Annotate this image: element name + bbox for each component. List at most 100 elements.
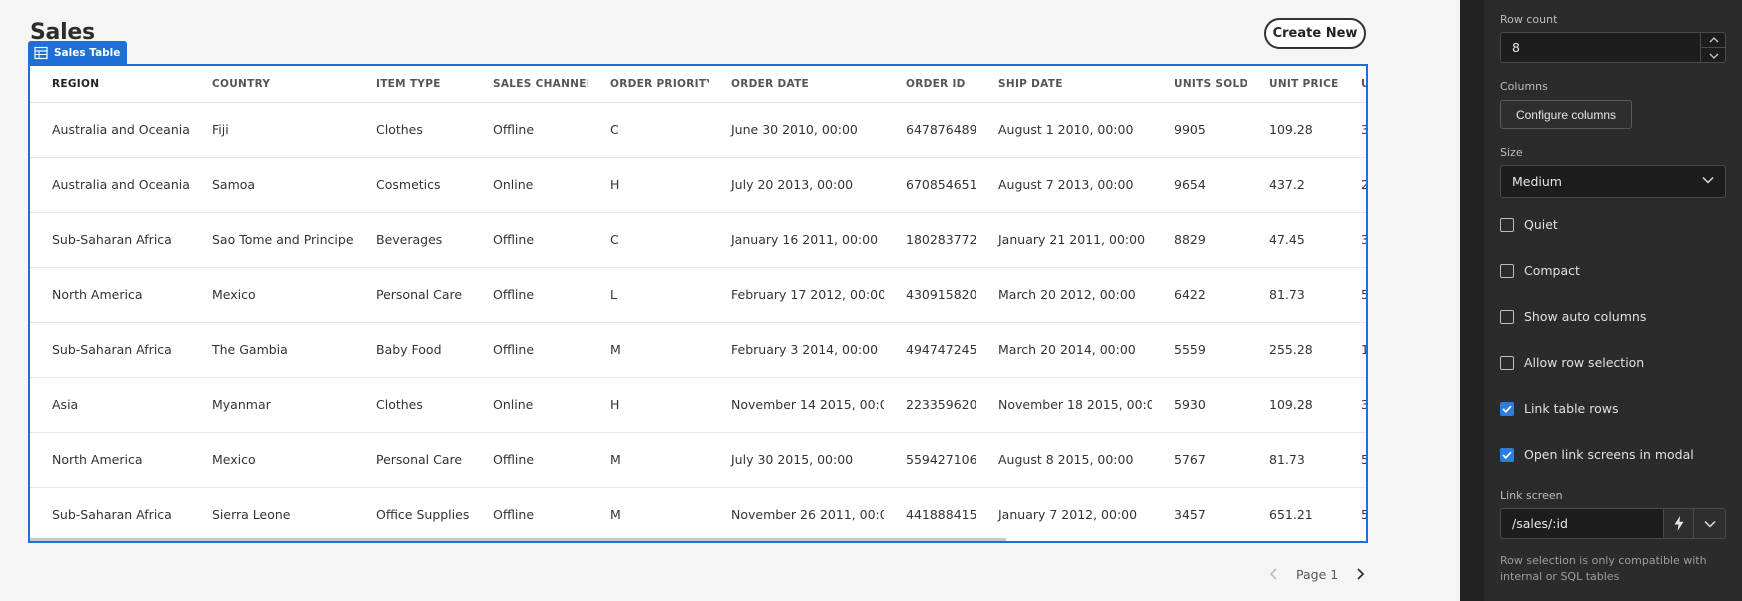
table-cell: 47.45 — [1247, 212, 1339, 268]
table-cell: Online — [471, 377, 588, 433]
table-header-row: REGION COUNTRY ITEM TYPE SALES CHANNEL O… — [30, 66, 1366, 103]
app-canvas: Sales Create New Sales Table REGION COUN… — [0, 0, 1460, 601]
checkmark-icon — [1502, 405, 1512, 413]
table-row[interactable]: North America Mexico Personal Care Offline M… — [30, 432, 1366, 488]
table-cell: July 20 2013, 00:00 — [709, 157, 884, 213]
table-cell: 9905 — [1152, 102, 1247, 158]
table-cell: 3 — [1339, 377, 1366, 433]
table-row[interactable]: Australia and Oceania Samoa Cosmetics Onlin… — [30, 157, 1366, 213]
next-page-button[interactable] — [1352, 566, 1368, 582]
sales-table[interactable]: REGION COUNTRY ITEM TYPE SALES CHANNEL O… — [28, 64, 1368, 543]
chevron-up-icon — [1709, 36, 1718, 42]
table-cell: C — [588, 102, 709, 158]
table-cell: 559427106 — [884, 432, 976, 488]
table-cell: Myanmar — [190, 377, 354, 433]
row-count-stepper[interactable] — [1700, 32, 1726, 63]
table-cell: February 17 2012, 00:00 — [709, 267, 884, 323]
checkmark-icon — [1502, 451, 1512, 459]
table-cell: 255.28 — [1247, 322, 1339, 378]
option-open-link-screens-in-modal[interactable]: Open link screens in modal — [1500, 447, 1694, 462]
row-count-input[interactable]: 8 — [1500, 32, 1726, 63]
option-link-table-rows[interactable]: Link table rows — [1500, 401, 1618, 416]
table-cell: November 26 2011, 00:00 — [709, 487, 884, 541]
table-cell: Online — [471, 157, 588, 213]
option-allow-row-selection[interactable]: Allow row selection — [1500, 355, 1644, 370]
column-header[interactable]: SHIP DATE — [976, 66, 1152, 103]
table-cell: November 18 2015, 00:00 — [976, 377, 1152, 433]
option-label: Quiet — [1524, 217, 1558, 232]
checkbox[interactable] — [1500, 447, 1514, 462]
table-cell: 109.28 — [1247, 377, 1339, 433]
table-cell: 2 — [1339, 157, 1366, 213]
checkbox[interactable] — [1500, 355, 1514, 370]
create-new-button[interactable]: Create New — [1264, 18, 1366, 49]
configure-columns-button[interactable]: Configure columns — [1500, 100, 1632, 129]
table-cell: Mexico — [190, 432, 354, 488]
binding-button[interactable] — [1664, 508, 1694, 539]
link-screen-label: Link screen — [1500, 489, 1563, 502]
table-cell: 3457 — [1152, 487, 1247, 541]
size-label: Size — [1500, 146, 1523, 159]
table-row[interactable]: North America Mexico Personal Care Offline L… — [30, 267, 1366, 323]
column-header[interactable]: ITEM TYPE — [354, 66, 471, 103]
table-cell: 441888415 — [884, 487, 976, 541]
option-quiet[interactable]: Quiet — [1500, 217, 1558, 232]
table-cell: C — [588, 212, 709, 268]
checkbox[interactable] — [1500, 309, 1514, 324]
table-cell: 5 — [1339, 487, 1366, 541]
table-row[interactable]: Sub-Saharan Africa Sao Tome and Principe B… — [30, 212, 1366, 268]
table-cell: Offline — [471, 322, 588, 378]
option-compact[interactable]: Compact — [1500, 263, 1580, 278]
table-cell: June 30 2010, 00:00 — [709, 102, 884, 158]
column-header[interactable]: ORDER PRIORITY — [588, 66, 709, 103]
option-show-auto-columns[interactable]: Show auto columns — [1500, 309, 1646, 324]
table-cell: 5559 — [1152, 322, 1247, 378]
row-count-label: Row count — [1500, 13, 1558, 26]
link-screen-input[interactable]: /sales/:id — [1500, 508, 1664, 539]
table-cell: 647876489 — [884, 102, 976, 158]
table-icon — [34, 46, 48, 60]
column-header[interactable]: U — [1339, 66, 1366, 103]
stepper-down[interactable] — [1701, 47, 1726, 63]
lightning-icon — [1674, 516, 1683, 531]
table-cell: 81.73 — [1247, 267, 1339, 323]
component-tag[interactable]: Sales Table — [28, 41, 128, 65]
link-screen-dropdown-button[interactable] — [1694, 508, 1726, 539]
table-cell: 8829 — [1152, 212, 1247, 268]
table-cell: Offline — [471, 212, 588, 268]
table-row[interactable]: Asia Myanmar Clothes Online H November 14 201… — [30, 377, 1366, 433]
table-cell: August 8 2015, 00:00 — [976, 432, 1152, 488]
table-cell: November 14 2015, 00:00 — [709, 377, 884, 433]
table-row[interactable]: Sub-Saharan Africa The Gambia Baby Food Off… — [30, 322, 1366, 378]
table-cell: January 21 2011, 00:00 — [976, 212, 1152, 268]
table-cell: 9654 — [1152, 157, 1247, 213]
table-row[interactable]: Australia and Oceania Fiji Clothes Offline C… — [30, 102, 1366, 158]
column-header[interactable]: ORDER ID — [884, 66, 976, 103]
checkbox[interactable] — [1500, 401, 1514, 416]
table-cell: Personal Care — [354, 267, 471, 323]
table-row[interactable]: Sub-Saharan Africa Sierra Leone Office Sup… — [30, 487, 1366, 541]
checkbox[interactable] — [1500, 263, 1514, 278]
size-select[interactable]: Medium — [1500, 165, 1726, 198]
column-header[interactable]: REGION — [30, 66, 190, 103]
prev-page-button[interactable] — [1266, 566, 1282, 582]
column-header[interactable]: ORDER DATE — [709, 66, 884, 103]
chevron-right-icon — [1357, 568, 1365, 580]
stepper-up[interactable] — [1701, 32, 1726, 47]
chevron-down-icon — [1703, 520, 1716, 528]
column-header[interactable]: UNIT PRICE — [1247, 66, 1339, 103]
table-cell: Baby Food — [354, 322, 471, 378]
table-cell: March 20 2014, 00:00 — [976, 322, 1152, 378]
row-selection-hint: Row selection is only compatible with in… — [1500, 554, 1707, 583]
table-cell: 180283772 — [884, 212, 976, 268]
table-cell: February 3 2014, 00:00 — [709, 322, 884, 378]
column-header[interactable]: SALES CHANNEL — [471, 66, 588, 103]
table-cell: The Gambia — [190, 322, 354, 378]
checkbox[interactable] — [1500, 217, 1514, 232]
horizontal-scrollbar[interactable] — [30, 538, 1006, 541]
column-header[interactable]: UNITS SOLD — [1152, 66, 1247, 103]
table-cell: Offline — [471, 432, 588, 488]
column-header[interactable]: COUNTRY — [190, 66, 354, 103]
table-cell: North America — [30, 432, 190, 488]
chevron-down-icon — [1709, 53, 1718, 59]
